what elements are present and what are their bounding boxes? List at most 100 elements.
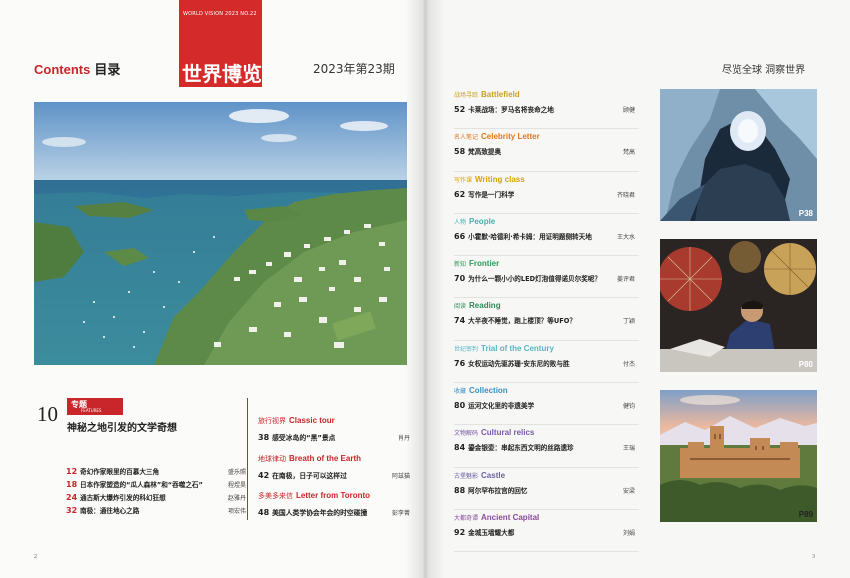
section-zh: 地球律动 — [258, 455, 286, 463]
toc-page: 62 — [454, 189, 466, 199]
alhambra-palace-image — [660, 390, 817, 522]
feature-tag: 专题 FEATURES — [67, 398, 123, 415]
feature-article[interactable]: 24 通古斯大爆炸引发的科幻狂想 赵雅丹 — [66, 492, 246, 505]
aerial-island-image — [34, 102, 407, 365]
feature-article[interactable]: 12 奇幻作家眼里的百慕大三角 盛乐照 — [66, 466, 246, 479]
toc-item[interactable]: 写作课 Writing class 62 写作是一门科学 齐晓君 — [454, 172, 639, 214]
toc-article: 74 大半夜不睡觉，跑上楼顶？等UFO？ — [454, 315, 576, 325]
feature-title: 神秘之地引发的文学奇想 — [67, 423, 177, 434]
toc-item[interactable]: 阅读 Reading 74 大半夜不睡觉，跑上楼顶？等UFO？ 丁颖 — [454, 298, 639, 341]
toc-section-en: Battlefield — [481, 90, 520, 99]
toc-article: 52 卡莱战场：罗马名将丧命之地 — [454, 104, 554, 114]
section-classic-tour[interactable]: 旅行视界 Classic tour 38 感受冰岛的“黑”景点 肖丹 — [258, 416, 410, 442]
photo-page-label: P38 — [798, 209, 813, 218]
toc-author: 顾健 — [622, 107, 635, 114]
toc-section-en: Cultural relics — [481, 428, 535, 438]
section-heading: 多美多来信 Letter from Toronto — [258, 491, 398, 501]
toc-section-heading: 古堡魅影 Castle — [454, 471, 505, 480]
toc-title: 金城玉墙耀大都 — [468, 528, 515, 537]
toc-page: 52 — [454, 105, 466, 114]
toc-author: 梵高 — [622, 149, 635, 157]
toc-title: 鎏金银壶：串起东西文明的丝路遗珍 — [468, 444, 574, 453]
section-heading: 地球律动 Breath of the Earth — [258, 454, 398, 464]
section-heading: 旅行视界 Classic tour — [258, 416, 398, 426]
feature-page-number: 10 — [37, 402, 58, 426]
article-page: 48 — [258, 508, 270, 517]
feature-article-list: 12 奇幻作家眼里的百慕大三角 盛乐照 18 日本作家塑造的“瓜人森林”和“吞噬之石”… — [66, 466, 246, 518]
toc-author: 齐晓君 — [616, 191, 635, 199]
feature-article[interactable]: 18 日本作家塑造的“瓜人森林”和“吞噬之石” 程煜昊 — [66, 479, 246, 492]
toc-section-heading: 世纪审判 Trial of the Century — [454, 344, 554, 353]
toc-section-en: Writing class — [475, 174, 525, 184]
toc-item[interactable]: 名人笔记 Celebrity Letter 58 梵高致提奥 梵高 — [454, 129, 639, 172]
masthead-title: 世界博览 — [182, 62, 262, 86]
toc-section-zh: 新知 — [454, 261, 467, 269]
article-title: 奇幻作家眼里的百慕大三角 — [80, 468, 160, 476]
toc-item[interactable]: 世纪审判 Trial of the Century 76 女权运动先驱苏珊·安东尼的败… — [454, 341, 639, 384]
toc-item[interactable]: 收藏 Collection 80 运河文化里的非遗美学 健钧 — [454, 383, 639, 426]
toc-page: 74 — [454, 316, 466, 326]
toc-author: 付杰 — [622, 360, 635, 368]
article-title: 通古斯大爆炸引发的科幻狂想 — [80, 494, 166, 502]
left-page: WORLD VISION 2023 NO.22 世界博览 Contents 目录 … — [0, 0, 425, 578]
article-author: 彭李菁 — [391, 510, 410, 517]
section-en: Classic tour — [289, 416, 335, 425]
article-page: 32 — [66, 506, 78, 515]
article-title: 日本作家塑造的“瓜人森林”和“吞噬之石” — [80, 481, 203, 489]
page-number-right: 3 — [812, 554, 815, 560]
article-author: 阿兹猫 — [391, 473, 410, 480]
photo-page-label: P80 — [798, 360, 813, 369]
article-title: 在南极，日子可以这样过 — [272, 472, 347, 480]
toc-section-en: Frontier — [469, 259, 500, 269]
toc-page: 76 — [454, 358, 466, 368]
toc-author: 刘娟 — [622, 529, 635, 537]
article-page: 18 — [66, 480, 78, 489]
toc-author: 健钧 — [622, 403, 635, 411]
toc-section-zh: 收藏 — [454, 388, 467, 396]
lantern-workshop-image — [660, 239, 817, 372]
photo-alhambra: P89 — [660, 390, 817, 522]
section-letter-from-toronto[interactable]: 多美多来信 Letter from Toronto 48 美国人类学协会年会的时空碰… — [258, 491, 410, 517]
toc-title: 阿尔罕布拉宫的回忆 — [468, 486, 528, 495]
toc-page: 80 — [454, 401, 466, 411]
toc-section-zh: 大都奇谭 — [454, 514, 479, 522]
contents-zh: 目录 — [94, 62, 121, 77]
toc-title: 大半夜不睡觉，跑上楼顶？等UFO？ — [468, 317, 576, 326]
toc-article: 66 小霍默·哈德利·希卡姆：用证明题侧转天地 — [454, 231, 592, 241]
toc-page: 70 — [454, 274, 466, 284]
hero-photo-bermuda — [34, 102, 407, 365]
article-author: 肖丹 — [397, 435, 410, 442]
toc-item[interactable]: 文物解码 Cultural relics 84 鎏金银壶：串起东西文明的丝路遗珍 王瑞 — [454, 425, 639, 468]
issue-number: 2023年第23期 — [313, 62, 395, 76]
toc-item[interactable]: 战场寻踪 Battlefield 52 卡莱战场：罗马名将丧命之地 顾健 — [454, 87, 639, 130]
toc-title: 卡莱战场：罗马名将丧命之地 — [468, 106, 554, 114]
toc-item[interactable]: 新知 Frontier 70 为什么一颗小小的LED灯泡值得诺贝尔奖呢？ 姜评君 — [454, 256, 639, 299]
toc-section-heading: 名人笔记 Celebrity Letter — [454, 132, 540, 141]
article-author: 盛乐照 — [227, 469, 246, 476]
toc-article: 70 为什么一颗小小的LED灯泡值得诺贝尔奖呢？ — [454, 273, 601, 283]
toc-page: 66 — [454, 231, 466, 241]
toc-author: 王瑞 — [622, 445, 635, 453]
toc-page: 92 — [454, 527, 466, 537]
section-article: 42 在南极，日子可以这样过 阿兹猫 — [258, 470, 410, 480]
section-breath-of-earth[interactable]: 地球律动 Breath of the Earth 42 在南极，日子可以这样过 阿兹猫 — [258, 454, 410, 480]
article-author: 程煜昊 — [227, 482, 246, 489]
toc-item[interactable]: 人物 People 66 小霍默·哈德利·希卡姆：用证明题侧转天地 王大水 — [454, 214, 639, 257]
section-article: 48 美国人类学协会年会的时空碰撞 彭李菁 — [258, 507, 410, 517]
section-zh: 多美多来信 — [258, 492, 293, 500]
toc-section-en: Castle — [481, 470, 506, 480]
toc-section-en: People — [469, 216, 496, 226]
toc-item[interactable]: 大都奇谭 Ancient Capital 92 金城玉墙耀大都 刘娟 — [454, 510, 639, 553]
toc-section-en: Trial of the Century — [481, 343, 554, 353]
toc-section-zh: 阅读 — [454, 303, 467, 311]
toc-section-zh: 世纪审判 — [454, 345, 479, 353]
article-title: 感受冰岛的“黑”景点 — [272, 434, 336, 442]
toc-section-zh: 古堡魅影 — [454, 472, 479, 480]
toc-section-heading: 战场寻踪 Battlefield — [454, 90, 520, 99]
right-article-list: 战场寻踪 Battlefield 52 卡莱战场：罗马名将丧命之地 顾健名人笔记 Cele… — [454, 87, 639, 553]
contents-heading: Contents 目录 — [34, 59, 120, 78]
toc-article: 88 阿尔罕布拉宫的回忆 — [454, 485, 527, 495]
article-author: 赵雅丹 — [227, 495, 246, 502]
feature-article[interactable]: 32 南极：通往地心之路 项宏伟 — [66, 505, 246, 518]
toc-item[interactable]: 古堡魅影 Castle 88 阿尔罕布拉宫的回忆 安梁 — [454, 468, 639, 510]
